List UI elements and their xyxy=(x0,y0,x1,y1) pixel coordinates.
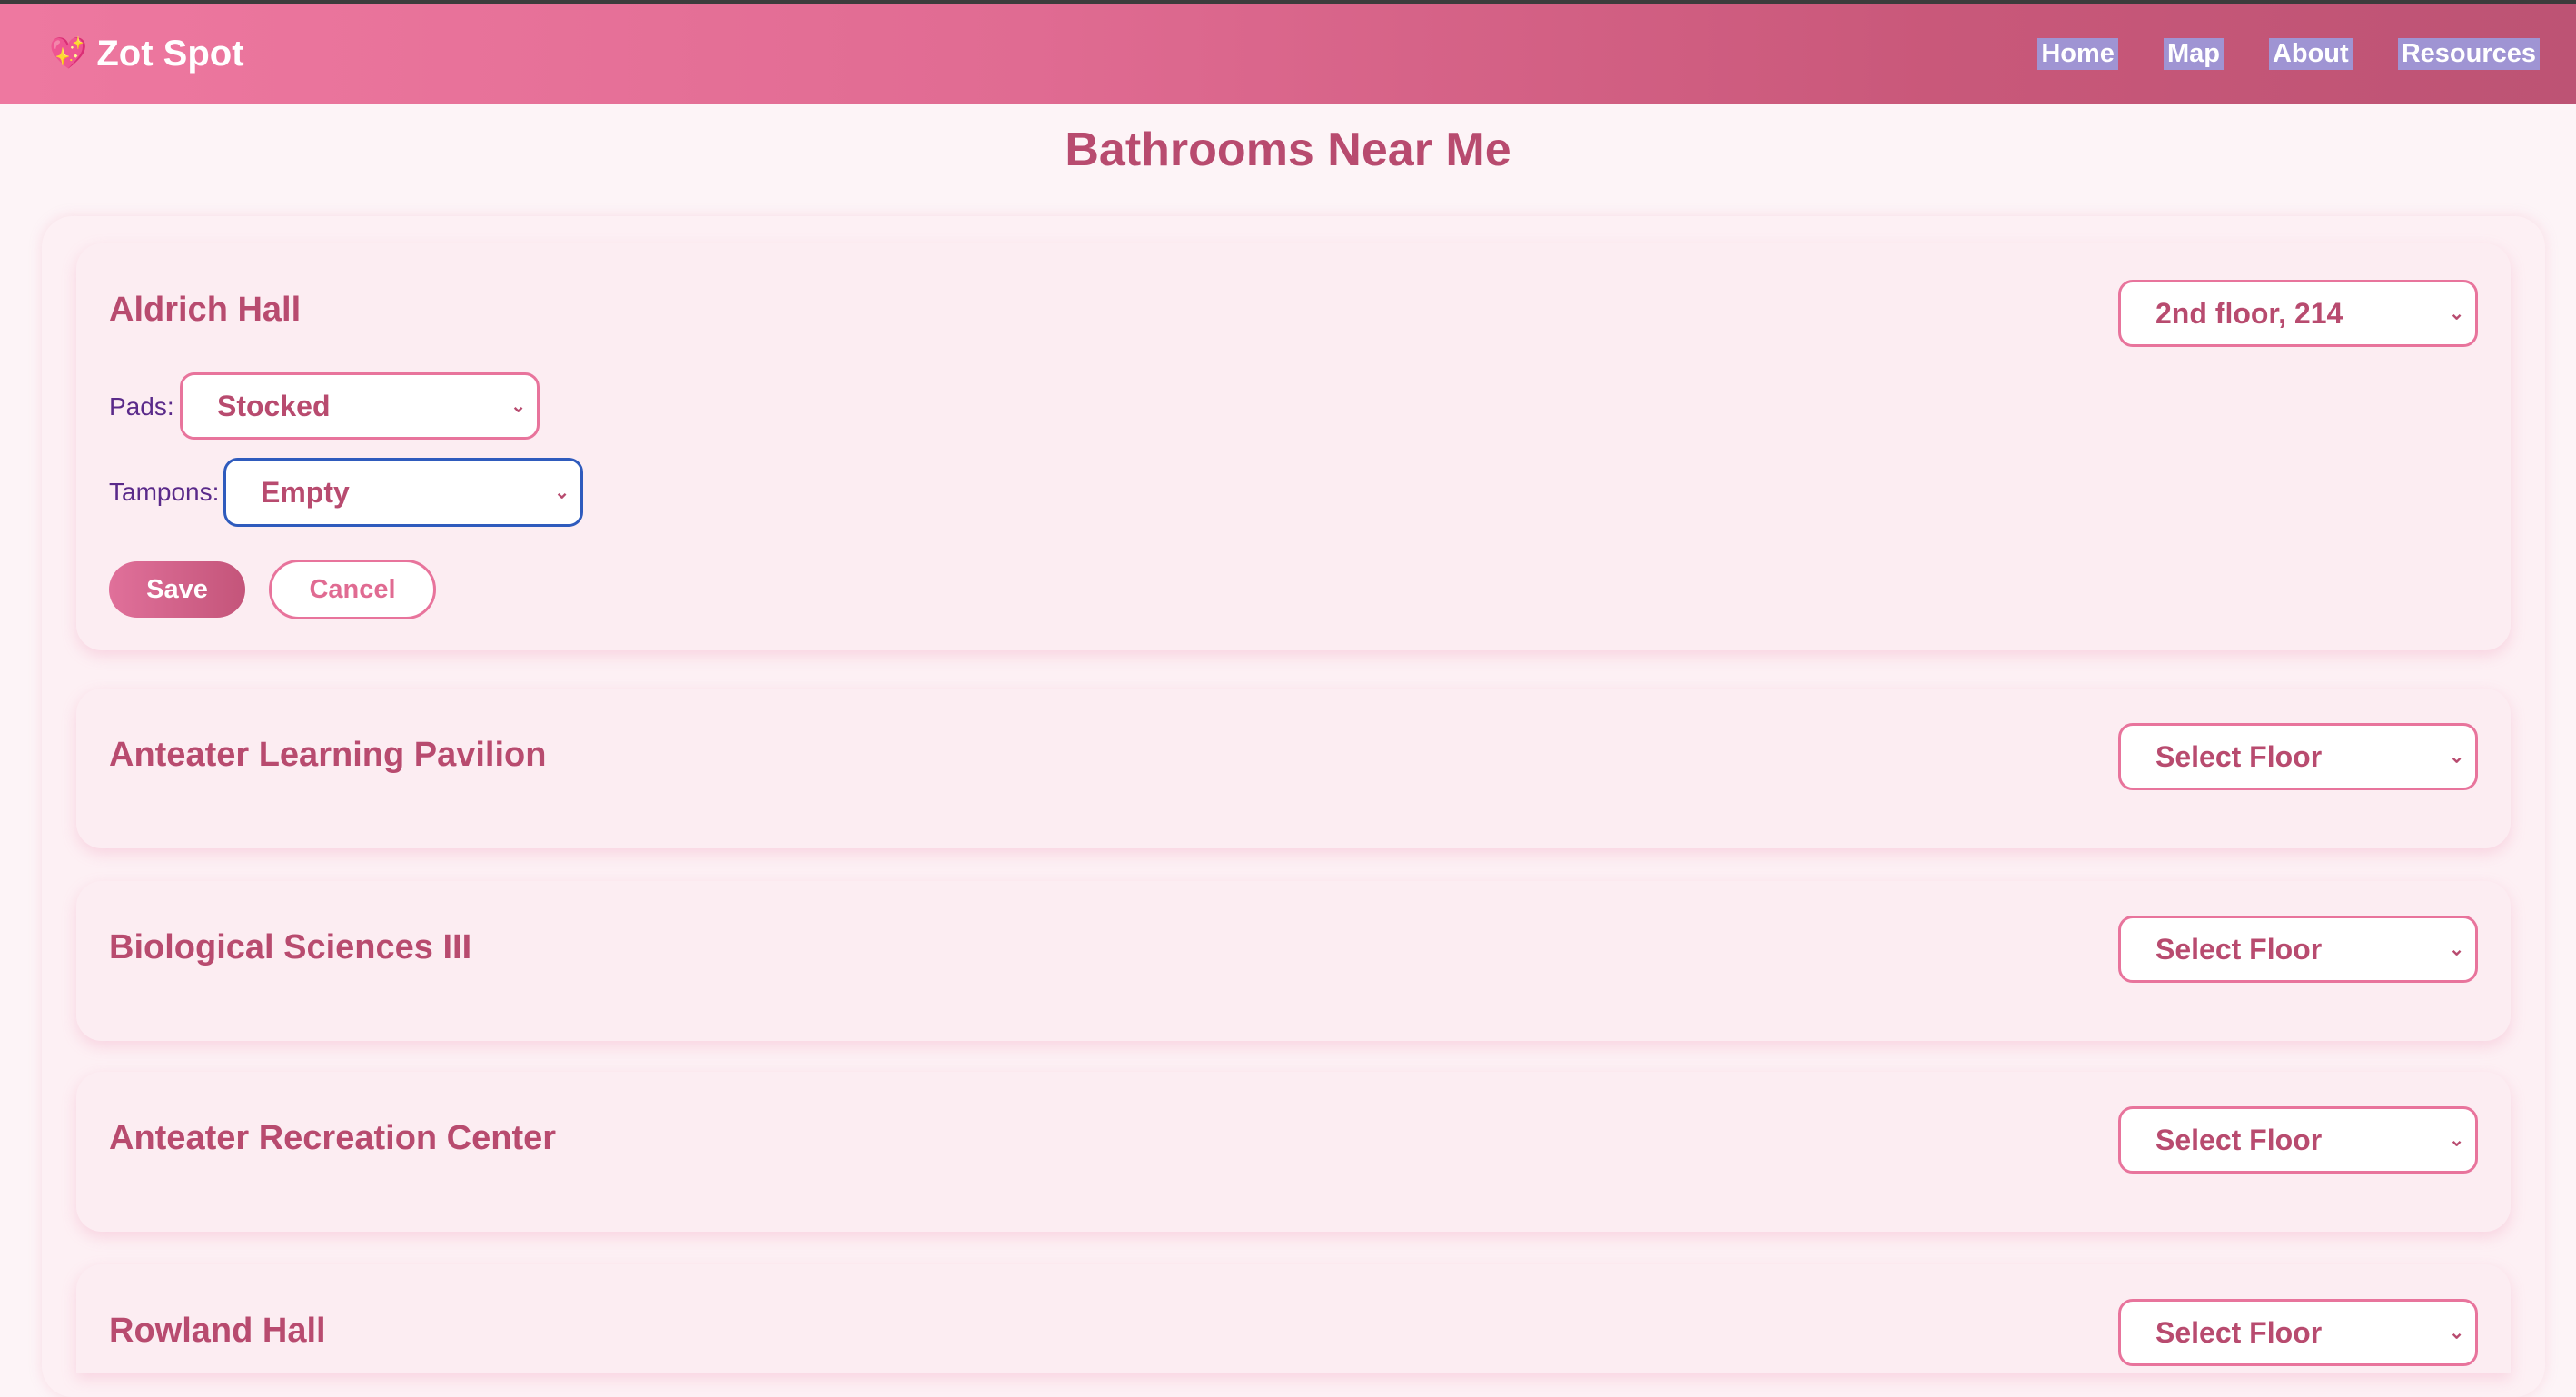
floor-select-value: Select Floor xyxy=(2155,932,2323,966)
building-name: Rowland Hall xyxy=(109,1312,326,1350)
floor-select[interactable]: Select Floor ⌄ xyxy=(2118,1299,2478,1366)
building-name: Aldrich Hall xyxy=(109,291,302,329)
pads-select-value: Stocked xyxy=(217,389,331,422)
nav-link-about[interactable]: About xyxy=(2268,37,2353,70)
nav-link-home[interactable]: Home xyxy=(2037,37,2118,70)
page-title: Bathrooms Near Me xyxy=(1065,124,1511,176)
chevron-down-icon: ⌄ xyxy=(2449,1323,2464,1343)
tampons-label: Tampons: xyxy=(109,478,220,506)
chevron-down-icon: ⌄ xyxy=(510,396,526,417)
chevron-down-icon: ⌄ xyxy=(2449,939,2464,960)
floor-select[interactable]: Select Floor ⌄ xyxy=(2118,723,2478,790)
pads-select[interactable]: Stocked ⌄ xyxy=(180,372,540,440)
nav-links: Home Map About Resources xyxy=(2037,37,2540,70)
navbar: 💖 Zot Spot Home Map About Resources xyxy=(0,4,2576,104)
floor-select-value: Select Floor xyxy=(2155,1315,2323,1349)
floor-select[interactable]: Select Floor ⌄ xyxy=(2118,1106,2478,1174)
cancel-button[interactable]: Cancel xyxy=(269,560,436,619)
chevron-down-icon: ⌄ xyxy=(2449,303,2464,324)
nav-link-resources[interactable]: Resources xyxy=(2397,37,2540,70)
chevron-down-icon: ⌄ xyxy=(2449,1130,2464,1151)
nav-link-map[interactable]: Map xyxy=(2163,37,2224,70)
floor-select-value: Select Floor xyxy=(2155,739,2323,773)
pads-label: Pads: xyxy=(109,392,174,421)
brand-logo[interactable]: 💖 Zot Spot xyxy=(49,34,244,74)
sparkling-heart-icon: 💖 xyxy=(49,36,88,71)
floor-select-value: 2nd floor, 214 xyxy=(2155,296,2343,330)
chevron-down-icon: ⌄ xyxy=(2449,747,2464,768)
building-card-aldrich-hall: Aldrich Hall 2nd floor, 214 ⌄ Pads: Stoc… xyxy=(76,243,2511,650)
floor-select-value: Select Floor xyxy=(2155,1123,2323,1156)
building-card-rowland-hall: Rowland Hall Select Floor ⌄ xyxy=(76,1264,2511,1373)
brand-name: Zot Spot xyxy=(96,33,244,74)
building-card-anteater-learning-pavilion: Anteater Learning Pavilion Select Floor … xyxy=(76,689,2511,848)
building-card-biological-sciences-iii: Biological Sciences III Select Floor ⌄ xyxy=(76,881,2511,1041)
chevron-down-icon: ⌄ xyxy=(554,482,570,503)
tampons-select[interactable]: Empty ⌄ xyxy=(223,458,583,527)
floor-select[interactable]: 2nd floor, 214 ⌄ xyxy=(2118,280,2478,347)
building-name: Anteater Learning Pavilion xyxy=(109,736,547,774)
tampons-select-value: Empty xyxy=(261,475,350,509)
save-button[interactable]: Save xyxy=(109,561,245,618)
building-card-anteater-recreation-center: Anteater Recreation Center Select Floor … xyxy=(76,1072,2511,1232)
building-name: Anteater Recreation Center xyxy=(109,1119,557,1157)
building-name: Biological Sciences III xyxy=(109,928,472,966)
floor-select[interactable]: Select Floor ⌄ xyxy=(2118,916,2478,983)
